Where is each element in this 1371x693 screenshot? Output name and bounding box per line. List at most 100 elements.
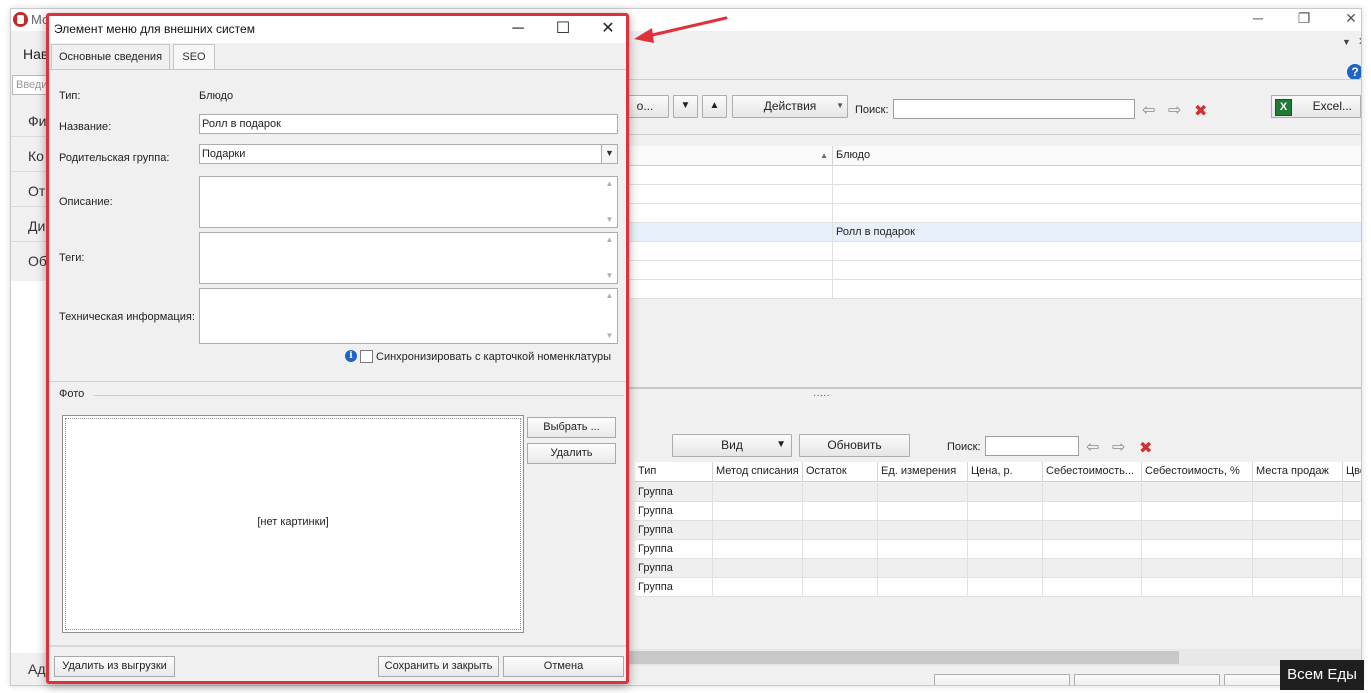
table-cell[interactable] — [623, 166, 833, 185]
scroll-down-icon[interactable]: ▼ — [603, 270, 616, 282]
nav-item-4[interactable]: Ди — [28, 218, 45, 234]
grid2-column-header[interactable]: Остаток — [803, 462, 878, 482]
table-cell[interactable] — [968, 483, 1043, 502]
bottom-button-2[interactable] — [1074, 674, 1220, 685]
tech-info-textarea[interactable]: ▲ ▼ — [199, 288, 618, 344]
table-cell[interactable] — [1043, 502, 1142, 521]
table-cell[interactable] — [968, 559, 1043, 578]
table-cell[interactable] — [1043, 578, 1142, 597]
grid2-column-header[interactable]: Цена, р. — [968, 462, 1043, 482]
grid2-column-header[interactable]: Себестоимость, % — [1142, 462, 1253, 482]
table-cell[interactable] — [1343, 483, 1361, 502]
table-cell[interactable] — [1142, 540, 1253, 559]
table-cell[interactable] — [1343, 540, 1361, 559]
delete-photo-button[interactable]: Удалить — [527, 443, 616, 464]
bottom-button-3[interactable] — [1224, 674, 1284, 685]
refresh-button[interactable]: Обновить — [799, 434, 910, 457]
pin-icon[interactable]: ✕ — [1358, 35, 1361, 48]
table-cell[interactable] — [803, 578, 878, 597]
tags-textarea[interactable]: ▲ ▼ — [199, 232, 618, 284]
table-cell[interactable] — [968, 521, 1043, 540]
table-row[interactable]: Группа — [635, 483, 1361, 502]
table-cell[interactable] — [1253, 559, 1343, 578]
table-row[interactable]: Группа — [635, 540, 1361, 559]
table-cell-dish[interactable] — [833, 280, 1361, 299]
table-cell[interactable] — [968, 502, 1043, 521]
table-cell[interactable] — [878, 578, 968, 597]
table-cell[interactable] — [623, 261, 833, 280]
table-row[interactable] — [623, 280, 1361, 299]
table-cell-dish[interactable] — [833, 204, 1361, 223]
table-cell[interactable] — [878, 521, 968, 540]
table-cell[interactable] — [1343, 559, 1361, 578]
table-cell-dish[interactable]: Ролл в подарок — [833, 223, 1361, 242]
table-cell-type[interactable]: Группа — [635, 483, 713, 502]
scrollbar-thumb[interactable] — [623, 651, 1179, 664]
table-cell[interactable] — [878, 502, 968, 521]
table-row[interactable]: Группа — [635, 502, 1361, 521]
table-row[interactable] — [623, 242, 1361, 261]
table-row[interactable]: Ролл в подарок — [623, 223, 1361, 242]
textarea-scrollbar[interactable]: ▲ ▼ — [603, 290, 616, 342]
sync-checkbox-label[interactable]: Синхронизировать с карточкой номенклатур… — [376, 351, 611, 363]
table-cell-type[interactable]: Группа — [635, 521, 713, 540]
table-cell-type[interactable]: Группа — [635, 578, 713, 597]
table-cell-dish[interactable] — [833, 166, 1361, 185]
nav-item-1[interactable]: Фи — [28, 113, 46, 129]
close-icon[interactable]: ✕ — [1341, 10, 1361, 27]
arrow-left-icon[interactable]: ⇦ — [1142, 100, 1155, 120]
table-cell[interactable] — [803, 559, 878, 578]
table-cell[interactable] — [803, 540, 878, 559]
table-cell-type[interactable]: Группа — [635, 540, 713, 559]
scroll-up-icon[interactable]: ▲ — [603, 290, 616, 302]
actions-dropdown-button[interactable]: Действия ▼ — [732, 95, 848, 118]
table-cell[interactable] — [1343, 521, 1361, 540]
search-input[interactable] — [893, 99, 1135, 119]
table-row[interactable] — [623, 261, 1361, 280]
scroll-down-icon[interactable]: ▼ — [603, 330, 616, 342]
table-cell[interactable] — [713, 559, 803, 578]
grid1-sort-column-header[interactable]: ▲ — [623, 146, 833, 166]
table-cell[interactable] — [1043, 521, 1142, 540]
table-row[interactable] — [623, 166, 1361, 185]
splitter[interactable] — [623, 387, 1361, 389]
table-cell[interactable] — [623, 185, 833, 204]
table-cell[interactable] — [1043, 540, 1142, 559]
table-cell[interactable] — [623, 223, 833, 242]
table-cell-dish[interactable] — [833, 261, 1361, 280]
help-icon[interactable]: ? — [1347, 64, 1361, 80]
grid2-column-header[interactable]: Тип — [635, 462, 713, 482]
table-cell[interactable] — [623, 204, 833, 223]
table-cell[interactable] — [878, 483, 968, 502]
splitter-handle-icon[interactable]: ····· — [813, 390, 830, 401]
minimize-icon[interactable]: ─ — [1248, 10, 1268, 26]
table-row[interactable]: Группа — [635, 559, 1361, 578]
tab-seo[interactable]: SEO — [173, 44, 215, 69]
table-cell-type[interactable]: Группа — [635, 559, 713, 578]
table-cell[interactable] — [713, 578, 803, 597]
info-icon[interactable]: i — [345, 350, 357, 362]
table-cell[interactable] — [803, 502, 878, 521]
table-cell[interactable] — [1253, 578, 1343, 597]
table-cell[interactable] — [1043, 559, 1142, 578]
table-cell[interactable] — [1142, 483, 1253, 502]
scroll-down-icon[interactable]: ▼ — [603, 214, 616, 226]
maximize-icon[interactable]: ☐ — [552, 19, 574, 39]
table-row[interactable] — [623, 185, 1361, 204]
table-cell[interactable] — [803, 521, 878, 540]
arrow-left-icon[interactable]: ⇦ — [1086, 437, 1099, 457]
table-cell[interactable] — [1142, 521, 1253, 540]
name-input[interactable]: Ролл в подарок — [199, 114, 618, 134]
nav-item-2[interactable]: Ко — [28, 148, 44, 164]
nav-item-5[interactable]: Об — [28, 253, 47, 269]
table-cell-type[interactable]: Группа — [635, 502, 713, 521]
arrow-right-icon[interactable]: ⇨ — [1112, 437, 1125, 457]
sync-checkbox[interactable] — [360, 350, 373, 363]
table-cell[interactable] — [1142, 502, 1253, 521]
choose-photo-button[interactable]: Выбрать ... — [527, 417, 616, 438]
menu-dropdown-icon[interactable]: ▼ — [1342, 37, 1351, 47]
dialog-titlebar[interactable]: Элемент меню для внешних систем ─ ☐ ✕ — [49, 16, 626, 43]
table-cell[interactable] — [1253, 483, 1343, 502]
horizontal-scrollbar[interactable] — [623, 649, 1361, 666]
table-cell[interactable] — [713, 502, 803, 521]
